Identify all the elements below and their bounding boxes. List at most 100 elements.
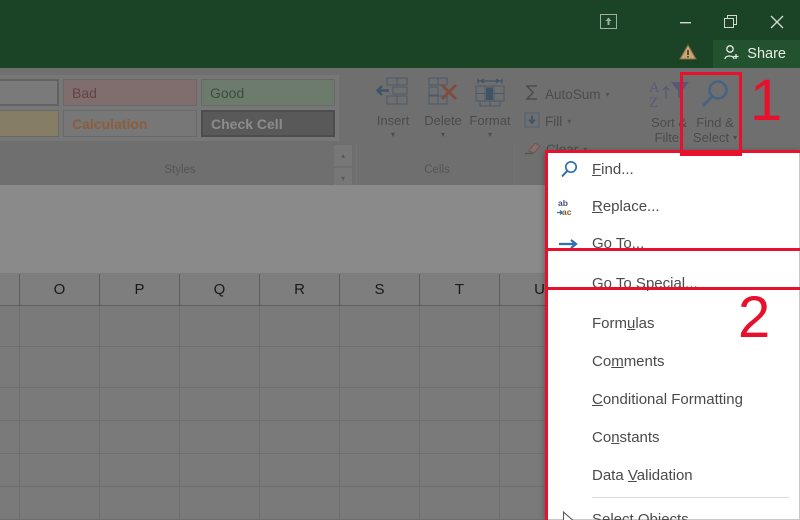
menu-item-go-to[interactable]: Go To... [546,225,799,262]
menu-item-conditional-formatting[interactable]: Conditional Formatting [546,380,799,418]
window-controls [662,0,800,44]
find-select-caret[interactable]: ▾ [733,133,737,142]
grid-cell[interactable] [100,487,180,520]
grid-cell[interactable] [180,306,260,347]
format-cells-label: Format [469,114,510,128]
grid-cell[interactable] [0,347,20,388]
gallery-scroll-up-button[interactable]: ▴ [333,144,353,167]
insert-cells-label: Insert [377,114,410,128]
cells-group-label: Cells [372,164,502,176]
grid-cell[interactable] [20,454,100,487]
grid-cell[interactable] [20,306,100,347]
grid-cell[interactable] [180,454,260,487]
grid-cell[interactable] [20,347,100,388]
style-cell-neutral[interactable] [0,110,59,137]
delete-cells-button[interactable]: Delete ▾ [418,74,468,140]
menu-item-replace[interactable]: ab ac Replace... [546,188,799,225]
column-header-T[interactable]: T [420,274,500,306]
column-header-O[interactable]: O [20,274,100,306]
share-label: Share [747,46,786,62]
insert-cells-caret[interactable]: ▾ [391,130,395,140]
format-cells-button[interactable]: Format ▾ [465,74,515,140]
grid-cell[interactable] [420,421,500,454]
cell-styles-gallery[interactable]: Bad Good Calculation Check Cell [0,74,340,142]
menu-item-label: Constants [592,429,799,446]
menu-item-label: Select Objects [592,511,799,520]
grid-cell[interactable] [180,487,260,520]
grid-cell[interactable] [260,454,340,487]
grid-cell[interactable] [260,487,340,520]
menu-item-label: Go To... [592,235,799,252]
insert-cells-button[interactable]: Insert ▾ [368,74,418,140]
grid-cell[interactable] [0,487,20,520]
grid-cell[interactable] [420,306,500,347]
find-select-line1: Find & [696,115,734,130]
fill-button[interactable]: Fill ▾ [524,112,571,131]
style-cell-normal[interactable] [0,79,59,106]
menu-item-label: Replace... [592,198,799,215]
menu-item-label: Conditional Formatting [592,391,799,408]
find-and-select-button[interactable]: Find & Select ▾ [684,78,746,145]
grid-cell[interactable] [340,306,420,347]
grid-cell[interactable] [0,306,20,347]
grid-cell[interactable] [20,487,100,520]
menu-item-find[interactable]: Find... [546,151,799,188]
grid-cell[interactable] [100,454,180,487]
grid-cell[interactable] [0,454,20,487]
grid-cell[interactable] [100,347,180,388]
grid-cell[interactable] [0,421,20,454]
grid-cell[interactable] [260,421,340,454]
format-cells-caret[interactable]: ▾ [488,130,492,140]
grid-cell[interactable] [340,454,420,487]
menu-item-data-validation[interactable]: Data Validation [546,456,799,494]
column-header-P[interactable]: P [100,274,180,306]
style-cell-check-cell[interactable]: Check Cell [201,110,335,137]
restore-button[interactable] [708,0,754,44]
share-zone: Share [679,40,800,68]
find-select-line2: Select [693,130,729,145]
grid-cell[interactable] [100,421,180,454]
share-button[interactable]: Share [713,40,800,68]
grid-cell[interactable] [180,347,260,388]
menu-item-select-objects[interactable]: Select Objects [546,501,799,520]
grid-cell[interactable] [180,421,260,454]
insert-cells-icon [375,74,411,114]
column-header-partial[interactable] [0,274,20,306]
style-cell-calculation[interactable]: Calculation [63,110,197,137]
menu-divider [592,497,789,498]
grid-cell[interactable] [260,306,340,347]
grid-cell[interactable] [340,388,420,421]
eraser-icon [524,140,541,158]
close-button[interactable] [754,0,800,44]
grid-cell[interactable] [420,487,500,520]
grid-cell[interactable] [340,347,420,388]
column-header-R[interactable]: R [260,274,340,306]
grid-cell[interactable] [420,388,500,421]
sigma-icon [524,84,540,104]
grid-cell[interactable] [420,347,500,388]
collapse-ribbon-icon[interactable] [594,8,622,34]
grid-cell[interactable] [180,388,260,421]
grid-cell[interactable] [260,388,340,421]
column-header-S[interactable]: S [340,274,420,306]
grid-cell[interactable] [340,487,420,520]
autosum-caret[interactable]: ▾ [606,90,610,99]
menu-item-constants[interactable]: Constants [546,418,799,456]
goto-arrow-icon [546,237,592,251]
column-header-Q[interactable]: Q [180,274,260,306]
delete-cells-caret[interactable]: ▾ [441,130,445,140]
style-cell-bad[interactable]: Bad [63,79,197,106]
fill-caret[interactable]: ▾ [567,117,571,126]
grid-cell[interactable] [420,454,500,487]
autosum-button[interactable]: AutoSum ▾ [524,84,610,104]
person-add-icon [723,44,741,65]
grid-cell[interactable] [100,388,180,421]
grid-cell[interactable] [20,388,100,421]
minimize-button[interactable] [662,0,708,44]
grid-cell[interactable] [0,388,20,421]
grid-cell[interactable] [100,306,180,347]
grid-cell[interactable] [340,421,420,454]
style-cell-good[interactable]: Good [201,79,335,106]
grid-cell[interactable] [20,421,100,454]
grid-cell[interactable] [260,347,340,388]
